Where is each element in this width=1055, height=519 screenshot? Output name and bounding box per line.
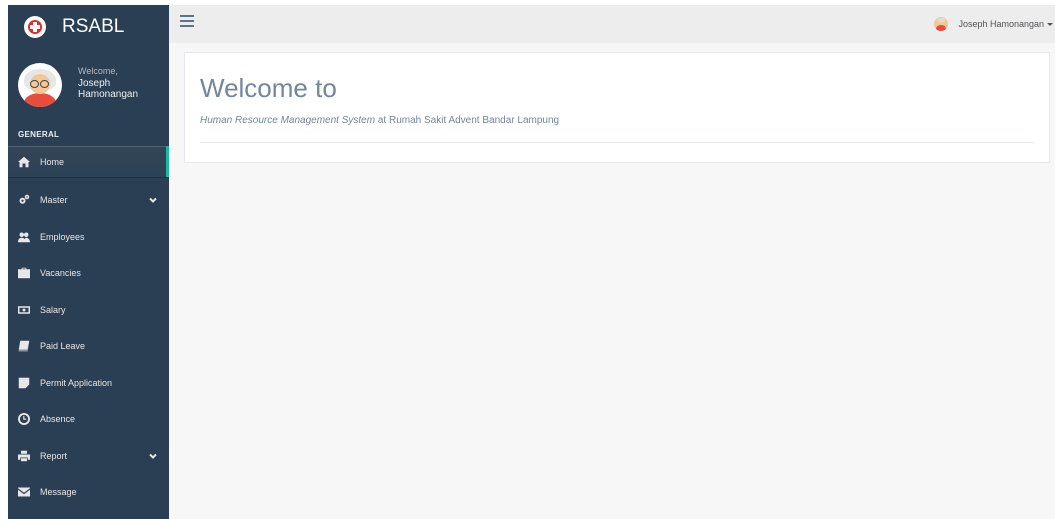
briefcase-icon [18,267,30,279]
sidebar-item-label: Absence [40,414,76,425]
sticky-note-icon [18,377,30,389]
main-content: Welcome to Human Resource Management Sys… [169,43,1055,519]
menu-toggle-icon[interactable] [180,15,194,29]
sidebar-item-permit-application[interactable]: Permit Application [8,365,169,402]
sidebar-item-label: Master [40,195,68,206]
chevron-down-icon [149,452,157,460]
page-subtitle: Human Resource Management System at Ruma… [200,115,559,126]
sidebar-item-home[interactable]: Home [8,146,169,177]
sidebar-item-paid-leave[interactable]: Paid Leave [8,328,169,365]
home-icon [18,156,30,168]
print-icon [18,450,30,462]
book-icon [18,340,30,352]
user-profile-dropdown[interactable]: Joseph Hamonangan [934,5,1055,43]
brand[interactable]: RSABL [8,5,169,49]
cogs-icon [18,194,30,206]
sidebar-item-label: Salary [40,304,66,315]
sidebar-menu: Home Master Employees Vacancies Salary P… [8,146,169,511]
sidebar-item-label: Report [40,450,68,461]
brand-name: RSABL [62,15,125,37]
system-name: Human Resource Management System [200,115,376,126]
menu-section-title: GENERAL [18,130,60,139]
sidebar-item-absence[interactable]: Absence [8,401,169,438]
hospital-logo-icon [24,15,46,38]
sidebar-item-label: Permit Application [40,377,113,388]
envelope-icon [18,486,30,498]
caret-down-icon [1047,22,1053,26]
avatar [18,63,62,107]
sidebar-item-employees[interactable]: Employees [8,219,169,256]
sidebar-item-report[interactable]: Report [8,438,169,475]
user-avatar [934,17,949,31]
sidebar-item-label: Home [40,156,65,167]
user-name: Joseph Hamonangan [958,19,1044,29]
sidebar-item-message[interactable]: Message [8,474,169,511]
sidebar-item-label: Message [40,487,77,498]
page-title: Welcome to [200,73,337,103]
sidebar-item-master[interactable]: Master [8,182,169,219]
sidebar-item-label: Paid Leave [40,341,86,352]
money-icon [18,304,30,316]
welcome-panel: Welcome to Human Resource Management Sys… [184,52,1050,163]
profile-name: Joseph Hamonangan [78,78,139,100]
clock-icon [18,413,30,426]
sidebar-item-salary[interactable]: Salary [8,292,169,329]
users-icon [18,231,30,243]
sidebar: RSABL Welcome, Joseph Hamonangan GENERAL… [8,5,169,519]
divider [200,142,1034,143]
hospital-name: at Rumah Sakit Advent Bandar Lampung [375,115,560,126]
profile-panel: Welcome, Joseph Hamonangan [8,49,169,123]
top-navigation: Joseph Hamonangan [169,5,1055,44]
sidebar-item-label: Employees [40,231,85,242]
welcome-label: Welcome, [78,66,118,76]
sidebar-item-label: Vacancies [40,268,81,279]
chevron-down-icon [149,196,157,204]
sidebar-item-vacancies[interactable]: Vacancies [8,255,169,292]
